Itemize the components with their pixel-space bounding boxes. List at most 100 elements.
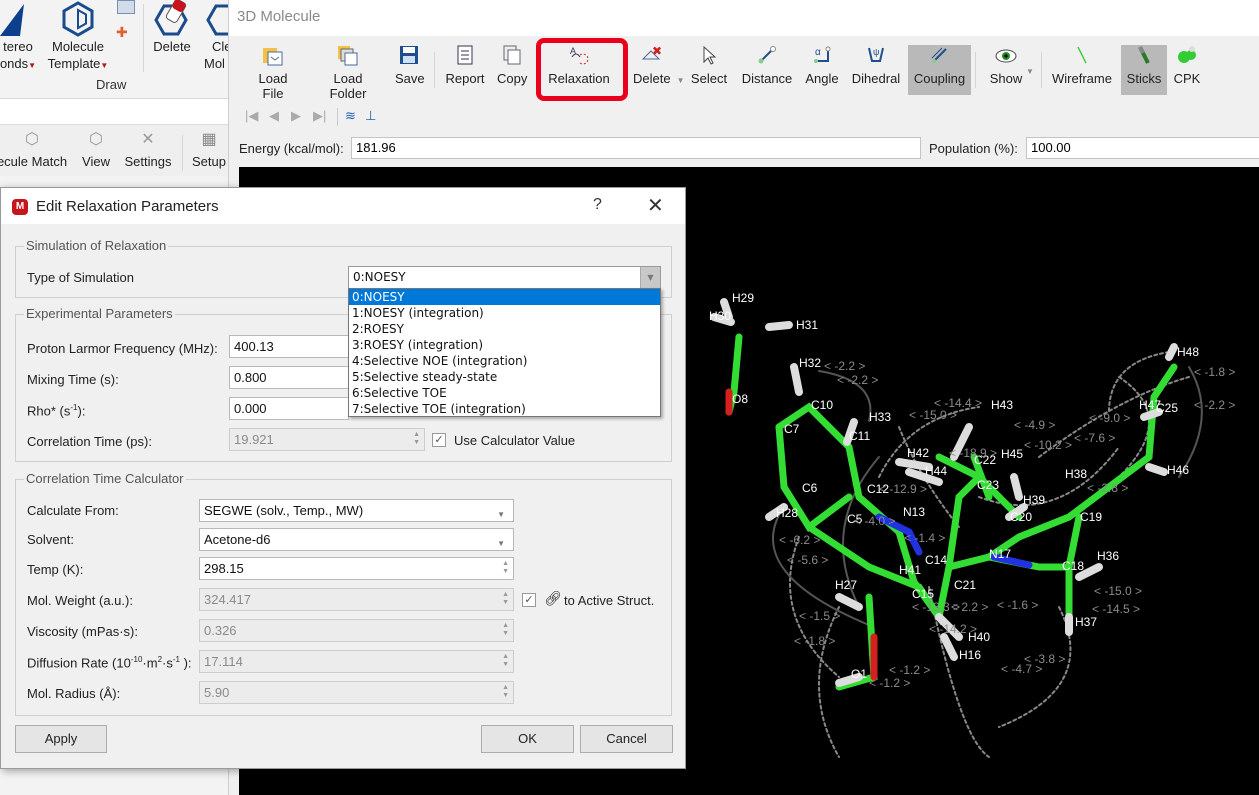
load-folder-button[interactable]: Load Folder: [310, 45, 386, 101]
apply-button[interactable]: Apply: [15, 725, 107, 753]
population-field[interactable]: 100.00: [1026, 137, 1259, 159]
dropdown-option[interactable]: 6:Selective TOE: [349, 385, 660, 401]
use-calculator-checkbox[interactable]: ✓: [432, 433, 446, 447]
correlation-time-input[interactable]: 19.921 ▲ ▼: [229, 428, 425, 451]
coupling-button[interactable]: Coupling: [908, 45, 971, 95]
spinner-arrows-icon[interactable]: ▲ ▼: [502, 653, 509, 669]
viscosity-input[interactable]: 0.326 ▲ ▼: [199, 619, 514, 642]
distance-icon: [741, 45, 793, 71]
simulation-type-dropdown-list[interactable]: 0:NOESY 1:NOESY (integration) 2:ROESY 3:…: [348, 288, 661, 417]
show-button[interactable]: Show: [981, 45, 1031, 95]
benzene-icon: [44, 0, 112, 38]
floppy-disk-icon: [395, 45, 423, 71]
link-chain-icon: 🔗︎: [544, 590, 562, 606]
calculate-from-select[interactable]: SEGWE (solv., Temp., MW) ▼: [199, 499, 514, 522]
report-button[interactable]: Report: [441, 45, 489, 95]
dihedral-button[interactable]: ψ Dihedral: [847, 45, 905, 95]
chevron-down-icon: ▼: [497, 539, 505, 548]
close-button[interactable]: ✕: [647, 193, 664, 218]
larmor-frequency-input[interactable]: 400.13: [229, 335, 349, 358]
add-template-icon[interactable]: ✚: [116, 24, 128, 41]
angle-button[interactable]: α Angle: [801, 45, 843, 95]
delete-ribbon-button[interactable]: Delete: [148, 0, 196, 55]
previous-frame-icon[interactable]: ◀: [269, 108, 279, 124]
load-file-button[interactable]: Load File: [243, 45, 303, 101]
stereo-bonds-button[interactable]: tereo onds▼: [0, 0, 40, 74]
coupling-label: < -10.2 >: [1024, 438, 1072, 452]
molecule-match-button[interactable]: ⬡ ecule Match: [0, 131, 68, 170]
atom-label: C19: [1080, 510, 1102, 524]
atom-label: H31: [796, 318, 818, 332]
energy-field[interactable]: 181.96: [351, 137, 921, 159]
edit-relaxation-dialog: M Edit Relaxation Parameters ? ✕ Simulat…: [0, 187, 686, 769]
mol-radius-input[interactable]: 5.90 ▲ ▼: [199, 681, 514, 704]
cursor-icon: [689, 45, 729, 71]
coupling-label: < -2.2 >: [824, 359, 865, 373]
atom-label: C6: [802, 481, 818, 495]
coupling-label: < -15.0 >: [1094, 584, 1142, 598]
setup-button[interactable]: ▦ Setup: [190, 131, 228, 170]
dropdown-option[interactable]: 2:ROESY: [349, 321, 660, 337]
atom-label: C10: [811, 398, 833, 412]
dropdown-option[interactable]: 5:Selective steady-state: [349, 369, 660, 385]
wireframe-button[interactable]: Wireframe: [1047, 45, 1117, 95]
coupling-label: < -4.9 >: [1014, 418, 1055, 432]
spinner-arrows-icon[interactable]: ▲ ▼: [502, 684, 509, 700]
cpk-button[interactable]: CPK: [1169, 45, 1205, 95]
spinner-arrows-icon[interactable]: ▲ ▼: [413, 431, 420, 447]
dropdown-option[interactable]: 4:Selective NOE (integration): [349, 353, 660, 369]
mol-weight-label: Mol. Weight (a.u.):: [27, 593, 133, 608]
help-button[interactable]: ?: [593, 196, 602, 214]
cpk-icon: [1173, 45, 1201, 71]
spinner-arrows-icon[interactable]: ▲ ▼: [502, 591, 509, 607]
spinner-arrows-icon[interactable]: ▲ ▼: [502, 560, 509, 576]
energy-label: Energy (kcal/mol):: [239, 141, 344, 156]
dropdown-option[interactable]: 7:Selective TOE (integration): [349, 401, 660, 417]
sticks-button[interactable]: Sticks: [1121, 45, 1167, 95]
first-frame-icon[interactable]: |◀: [245, 108, 258, 124]
show-dropdown-caret[interactable]: ▼: [1026, 67, 1034, 76]
coupling-label: < -5.6 >: [787, 553, 828, 567]
distance-button[interactable]: Distance: [737, 45, 797, 95]
delete-button[interactable]: ✖ Delete ▼: [625, 44, 685, 95]
select-button[interactable]: Select: [685, 45, 733, 95]
settings-button[interactable]: ✕ Settings: [122, 131, 174, 170]
next-frame-icon[interactable]: ▶: [291, 108, 301, 124]
temp-input[interactable]: 298.15 ▲ ▼: [199, 557, 514, 580]
stack-layers-icon[interactable]: ≋: [345, 108, 356, 124]
cancel-button[interactable]: Cancel: [580, 725, 673, 753]
coupling-label: < -14.2 >: [929, 622, 977, 636]
align-axis-icon[interactable]: ⊥: [365, 108, 376, 124]
ok-button[interactable]: OK: [481, 725, 574, 753]
coupling-label: < -6.2 >: [779, 533, 820, 547]
wireframe-icon: [1051, 45, 1113, 71]
copy-button[interactable]: Copy: [493, 45, 531, 95]
mixing-time-input[interactable]: 0.800: [229, 366, 349, 389]
spinner-arrows-icon[interactable]: ▲ ▼: [502, 622, 509, 638]
app-logo-icon: M: [12, 199, 28, 215]
secondary-ribbon: ⬡ ecule Match ⬡ View ✕ Settings ▦ Setup: [0, 124, 228, 176]
dropdown-option[interactable]: 0:NOESY: [349, 289, 660, 305]
molecule-template-button[interactable]: Molecule Template▼: [44, 0, 112, 74]
rho-input[interactable]: 0.000: [229, 397, 349, 420]
delete-dropdown-caret[interactable]: ▼: [677, 76, 685, 85]
chevron-down-icon[interactable]: ▼: [640, 267, 660, 288]
atom-label: H37: [1075, 615, 1097, 629]
mol-weight-input[interactable]: 324.417 ▲ ▼: [199, 588, 514, 611]
atom-label: C18: [1062, 559, 1084, 573]
save-button[interactable]: Save: [391, 45, 427, 95]
diffusion-rate-input[interactable]: 17.114 ▲ ▼: [199, 650, 514, 673]
view-button[interactable]: ⬡ View: [78, 131, 114, 170]
dropdown-option[interactable]: 1:NOESY (integration): [349, 305, 660, 321]
dropdown-option[interactable]: 3:ROESY (integration): [349, 337, 660, 353]
solvent-select[interactable]: Acetone-d6 ▼: [199, 528, 514, 551]
coupling-label: < -18.9 >: [949, 446, 997, 460]
last-frame-icon[interactable]: ▶|: [313, 108, 326, 124]
atom-label: C23: [977, 478, 999, 492]
link-active-struct-checkbox[interactable]: ✓: [522, 593, 536, 607]
dialog-title: Edit Relaxation Parameters: [36, 198, 219, 215]
type-of-simulation-select[interactable]: 0:NOESY ▼: [348, 266, 661, 289]
coupling-label: < -1.2 >: [869, 676, 910, 690]
temp-label: Temp (K):: [27, 562, 84, 577]
template-small-icon[interactable]: [117, 0, 135, 14]
